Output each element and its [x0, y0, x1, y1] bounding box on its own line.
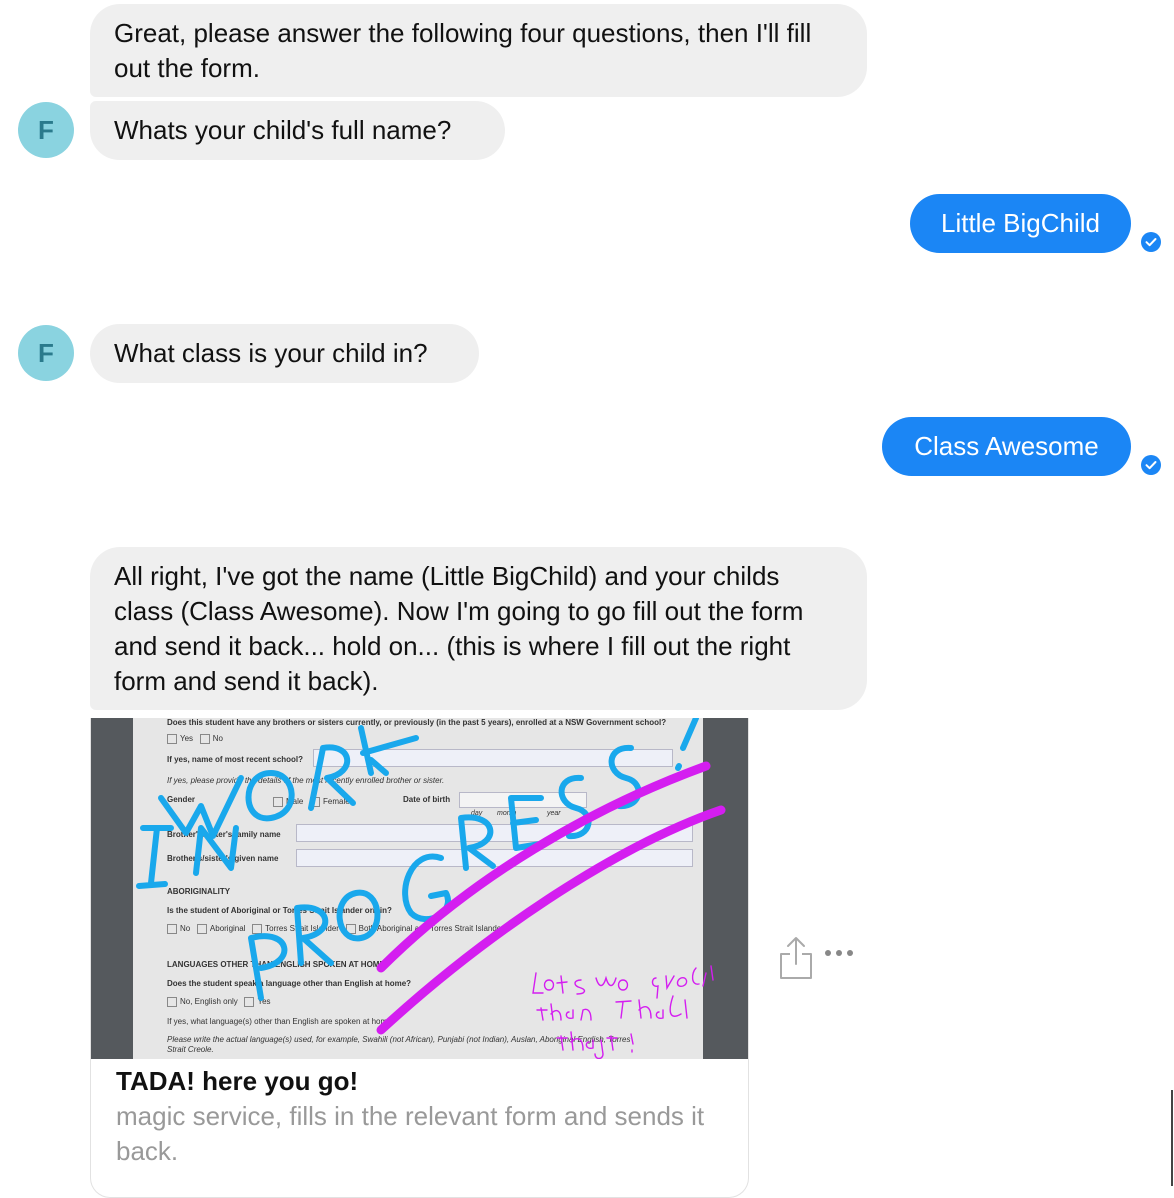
form-preview-image[interactable]: Does this student have any brothers or s… — [91, 718, 748, 1059]
bot-message-intro: Great, please answer the following four … — [90, 4, 867, 97]
scrollbar-edge — [1171, 1090, 1173, 1186]
user-message-class: Class Awesome — [882, 417, 1131, 476]
user-message-name: Little BigChild — [910, 194, 1131, 253]
more-icon[interactable] — [824, 946, 854, 960]
bot-message-summary: All right, I've got the name (Little Big… — [90, 547, 867, 710]
check-circle-icon — [1141, 232, 1161, 252]
bot-message-class-question: What class is your child in? — [90, 324, 479, 383]
share-icon[interactable] — [778, 936, 814, 980]
attachment-card[interactable]: Does this student have any brothers or s… — [90, 718, 749, 1198]
bot-avatar: F — [18, 325, 74, 381]
scribble-overlay — [136, 718, 726, 1059]
bot-avatar: F — [18, 102, 74, 158]
card-subtitle: magic service, fills in the relevant for… — [116, 1101, 705, 1166]
check-circle-icon — [1141, 455, 1161, 475]
bot-message-name-question: Whats your child's full name? — [90, 101, 505, 160]
card-title: TADA! here you go! — [116, 1066, 359, 1096]
